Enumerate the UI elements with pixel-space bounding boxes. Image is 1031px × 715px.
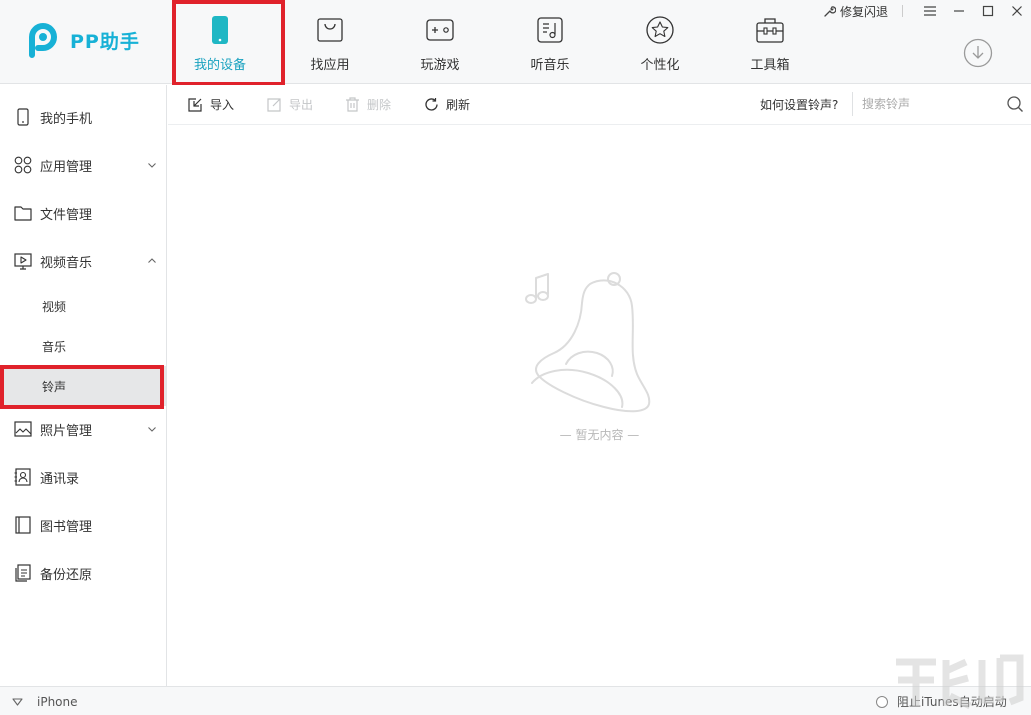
pp-logo-icon (29, 23, 57, 58)
image-icon (14, 421, 32, 437)
sidebar-item-app-manage[interactable]: 应用管理 (0, 141, 166, 189)
sidebar-item-book-manage[interactable]: 图书管理 (0, 501, 166, 549)
triangle-down-icon (12, 697, 23, 706)
top-bar: PP助手 我的设备 找应用 玩游戏 听音乐 个性化 工具箱 修复闪退 (0, 0, 1031, 86)
empty-state-text: — 暂无内容 — (559, 428, 640, 442)
sidebar-subitem-ringtone[interactable]: 铃声 (0, 366, 166, 406)
wrench-icon (824, 5, 836, 17)
sidebar-subitem-label: 铃声 (42, 379, 67, 394)
app-logo: PP助手 (24, 21, 140, 59)
import-label: 导入 (210, 97, 235, 112)
refresh-button[interactable]: 刷新 (424, 85, 470, 123)
folder-icon (14, 206, 32, 221)
repair-crash-button[interactable]: 修复闪退 (823, 3, 888, 20)
sidebar-subitem-video[interactable]: 视频 (0, 286, 166, 326)
export-icon (267, 97, 281, 112)
sidebar-item-file-manage[interactable]: 文件管理 (0, 189, 166, 237)
sidebar-item-backup-restore[interactable]: 备份还原 (0, 549, 166, 597)
trash-icon (346, 96, 359, 112)
sidebar-item-label: 视频音乐 (40, 255, 93, 271)
maximize-icon (982, 5, 993, 17)
delete-button[interactable]: 删除 (345, 85, 391, 123)
close-icon (1011, 6, 1022, 16)
status-bar: iPhone 阻止iTunes自动启动 (0, 686, 1031, 715)
nav-toolbox[interactable]: 工具箱 (715, 0, 825, 84)
sidebar-subitem-label: 视频 (42, 299, 67, 314)
search-ringtone-input[interactable] (862, 94, 1002, 114)
app-name: PP助手 (70, 30, 140, 53)
nav-label: 玩游戏 (420, 58, 460, 73)
book-icon (15, 516, 31, 534)
radio-button[interactable] (876, 695, 888, 708)
contacts-icon (14, 468, 31, 486)
chevron-down-icon (148, 427, 156, 432)
close-button[interactable] (1002, 0, 1031, 22)
import-icon (188, 97, 202, 112)
nav-games[interactable]: 玩游戏 (385, 0, 495, 84)
toolbox-icon (756, 18, 784, 43)
refresh-icon (425, 97, 438, 111)
toolbar: 导入 导出 删除 刷新 如何设置铃声? (168, 85, 1031, 125)
nav-label: 听音乐 (530, 58, 570, 73)
maximize-button[interactable] (973, 0, 1002, 22)
divider (902, 5, 903, 17)
chevron-up-icon (148, 258, 156, 263)
apps-grid-icon (14, 156, 32, 174)
sidebar-subitem-music[interactable]: 音乐 (0, 326, 166, 366)
sidebar-subitem-label: 音乐 (42, 339, 67, 354)
device-name: iPhone (37, 694, 78, 709)
sidebar-item-label: 备份还原 (40, 567, 93, 583)
backup-icon (15, 564, 31, 582)
nav-label: 个性化 (640, 58, 680, 73)
star-icon (646, 16, 674, 44)
sidebar-item-label: 我的手机 (40, 111, 93, 127)
nav-label: 找应用 (310, 58, 350, 73)
import-button[interactable]: 导入 (188, 85, 234, 123)
phone-outline-icon (17, 108, 29, 126)
media-icon (14, 253, 32, 270)
nav-personalize[interactable]: 个性化 (605, 0, 715, 84)
sidebar-item-label: 通讯录 (40, 471, 80, 487)
refresh-label: 刷新 (446, 97, 471, 112)
sidebar-item-label: 照片管理 (40, 423, 93, 439)
delete-label: 删除 (367, 97, 392, 112)
chevron-down-icon (148, 163, 156, 168)
main-content: — 暂无内容 — (168, 126, 1031, 686)
export-label: 导出 (289, 97, 314, 112)
nav-my-device[interactable]: 我的设备 (165, 0, 275, 84)
export-button[interactable]: 导出 (267, 85, 313, 123)
minimize-button[interactable] (944, 0, 973, 22)
sidebar-item-label: 图书管理 (40, 519, 93, 535)
window-controls: 修复闪退 (823, 0, 1031, 22)
search-icon[interactable] (1006, 95, 1024, 113)
nav-label: 工具箱 (750, 58, 790, 73)
device-selector[interactable]: iPhone (12, 687, 78, 715)
gamepad-icon (426, 19, 454, 41)
menu-icon (923, 6, 936, 16)
music-icon (537, 17, 563, 43)
nav-find-apps[interactable]: 找应用 (275, 0, 385, 84)
repair-label: 修复闪退 (839, 4, 888, 19)
minimize-icon (953, 10, 964, 12)
sidebar-item-photo-manage[interactable]: 照片管理 (0, 405, 166, 453)
sidebar-item-contacts[interactable]: 通讯录 (0, 453, 166, 501)
phone-icon (212, 16, 228, 44)
divider (852, 92, 853, 116)
sidebar-item-video-music[interactable]: 视频音乐 (0, 237, 166, 285)
bell-music-icon (525, 272, 651, 413)
watermark-logo (896, 654, 1024, 710)
download-icon[interactable] (963, 38, 993, 68)
how-to-set-ringtone-link[interactable]: 如何设置铃声? (760, 96, 838, 113)
sidebar: 我的手机 应用管理 文件管理 视频音乐 视频 音乐 铃声 照片管理 通讯录 图书… (0, 85, 167, 686)
menu-button[interactable] (915, 0, 944, 22)
nav-music[interactable]: 听音乐 (495, 0, 605, 84)
sidebar-item-label: 文件管理 (40, 207, 93, 223)
shopping-bag-icon (317, 18, 343, 42)
main-nav: 我的设备 找应用 玩游戏 听音乐 个性化 工具箱 (165, 0, 825, 84)
sidebar-item-my-phone[interactable]: 我的手机 (0, 93, 166, 141)
nav-label: 我的设备 (193, 58, 246, 73)
sidebar-item-label: 应用管理 (40, 159, 93, 175)
